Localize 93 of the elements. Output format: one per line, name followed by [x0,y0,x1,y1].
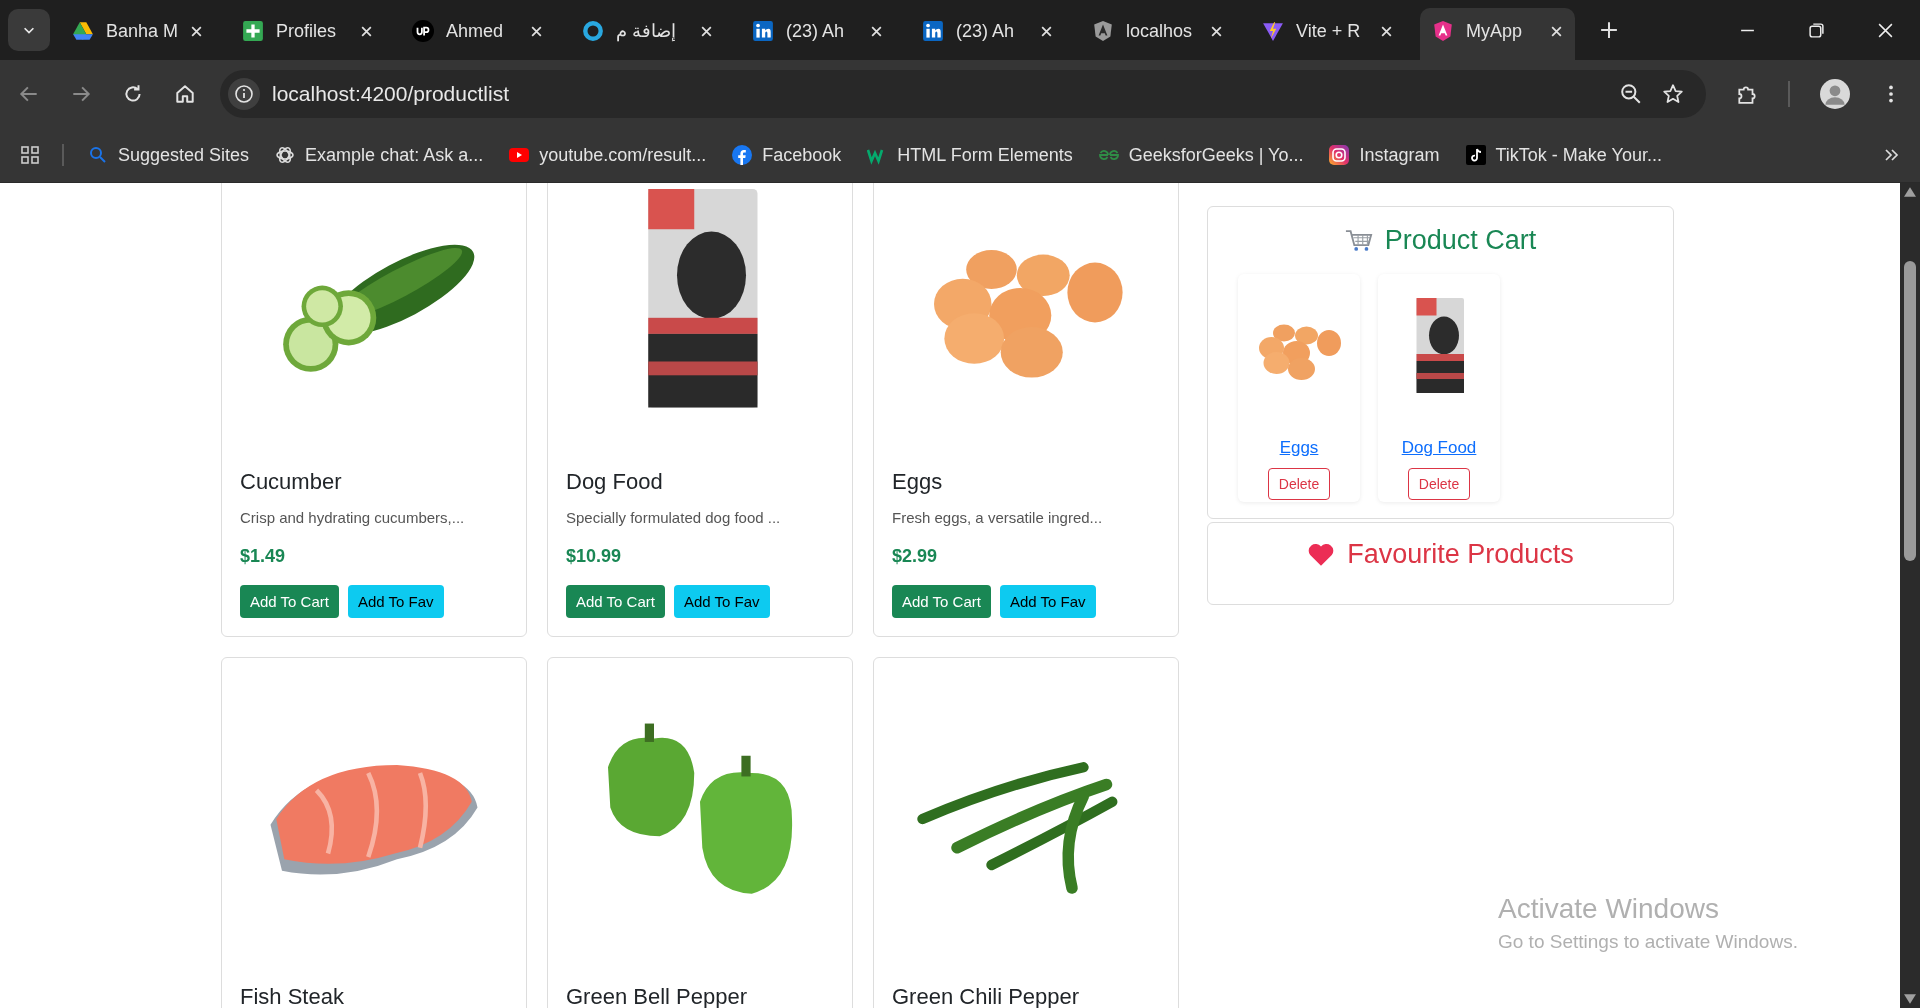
add-to-cart-button[interactable]: Add To Cart [892,585,991,618]
bookmark[interactable]: Example chat: Ask a... [275,144,484,166]
address-text: localhost:4200/productlist [272,82,509,106]
tab-title: إضافة م [616,20,677,42]
zoom-out-icon[interactable] [1620,83,1642,105]
bookmark[interactable]: GeeksforGeeks | Yo... [1098,144,1304,166]
add-to-cart-button[interactable]: Add To Cart [566,585,665,618]
search-icon [88,145,108,165]
add-to-fav-button[interactable]: Add To Fav [999,585,1096,618]
bookmark[interactable]: Facebook [732,144,842,166]
product-link[interactable]: Eggs [1279,438,1319,458]
ring-icon [582,20,604,42]
delete-button[interactable]: Delete [1267,468,1331,500]
product-name: Dog Food [566,469,664,495]
tab-title: (23) Ah [786,20,846,42]
music-note-logo-icon [1465,145,1486,165]
browser-tab[interactable]: (23) Ah [740,8,895,60]
tab-title: Vite + R [1296,20,1362,42]
activation-title: Activate Windows [1498,893,1720,925]
product-price: $1.49 [240,546,287,567]
product-price: $2.99 [892,546,939,567]
star-icon[interactable] [1662,83,1684,105]
tab-title: Ahmed [446,20,505,42]
address-bar[interactable]: localhost:4200/productlist [220,70,1706,118]
activation-message: Go to Settings to activate Windows. [1498,931,1798,953]
browser-tab[interactable]: localhos [1080,8,1235,60]
browser-tab[interactable]: (23) Ah [910,8,1065,60]
knot-logo-icon [275,145,296,165]
product-description: Fresh eggs, a versatile ingred... [892,509,1104,526]
product-name: Green Bell Pepper [566,984,748,1008]
square-logo-icon [922,20,944,42]
browser-tab[interactable]: MyApp [1420,8,1575,60]
shield-logo-icon [1432,20,1454,42]
heart-icon [1307,542,1336,567]
browser-tab[interactable]: Ahmed [400,8,555,60]
delete-button[interactable]: Delete [1407,468,1471,500]
browser-tab[interactable]: إضافة م [570,8,725,60]
square-logo-icon [752,20,774,42]
tab-title: MyApp [1466,20,1524,42]
product-description: Specially formulated dog food ... [566,509,782,526]
product-link[interactable]: Dog Food [1401,438,1477,458]
circle-logo-icon [732,145,753,165]
close-icon[interactable] [1210,24,1223,38]
browser-tab[interactable]: Banha M [60,8,215,60]
scroll-down-icon[interactable] [1904,994,1916,1004]
close-icon[interactable] [870,24,883,38]
bookmark[interactable]: youtube.com/result... [509,144,707,166]
close-icon[interactable] [360,24,373,38]
cart-title: Product Cart [1384,225,1537,256]
product-name: Fish Steak [240,984,345,1008]
tab-title: (23) Ah [956,20,1016,42]
close-icon[interactable] [1040,24,1053,38]
tab-title: Banha M [106,20,178,42]
product-name: Green Chili Pepper [892,984,1081,1008]
close-icon[interactable] [700,24,713,38]
restore-icon[interactable] [1808,21,1825,39]
tab-title: localhos [1126,20,1194,42]
scrollbar[interactable] [1900,183,1920,1008]
scroll-up-icon[interactable] [1904,187,1916,197]
scrollbar-thumb[interactable] [1904,261,1916,561]
close-icon[interactable] [530,24,543,38]
play-button-icon [509,145,530,165]
camera-logo-icon [1329,145,1350,165]
new-tab-icon[interactable] [1600,21,1618,39]
home-icon[interactable] [174,83,196,105]
close-icon[interactable] [1380,24,1393,38]
product-name: Eggs [892,469,944,495]
tab-title: Profiles [276,20,338,42]
circle-logo-icon [412,20,434,42]
browser-tab[interactable]: Profiles [230,8,385,60]
avatar-icon[interactable] [1820,79,1850,109]
add-to-fav-button[interactable]: Add To Fav [673,585,770,618]
lightning-triangle-icon [1262,20,1284,42]
shopping-cart-icon [1344,228,1373,253]
bookmark[interactable]: Suggested Sites [88,144,250,166]
product-price: $10.99 [566,546,623,567]
bookmark[interactable]: Instagram [1329,144,1440,166]
browser-tab[interactable]: Vite + R [1250,8,1405,60]
shield-logo-icon [1092,20,1114,42]
favourites-title: Favourite Products [1347,539,1574,570]
close-icon[interactable] [1550,24,1563,38]
close-icon[interactable] [1877,21,1894,39]
add-to-fav-button[interactable]: Add To Fav [347,585,444,618]
add-to-cart-button[interactable]: Add To Cart [240,585,339,618]
triangle-logo-icon [72,20,94,42]
product-name: Cucumber [240,469,343,495]
plus-square-icon [242,20,264,42]
product-description: Crisp and hydrating cucumbers,... [240,509,466,526]
apps-grid-icon[interactable] [20,145,40,165]
bookmark[interactable]: TikTok - Make Your... [1465,144,1662,166]
bookmark[interactable]: HTML Form Elements [867,144,1073,166]
info-icon[interactable] [228,78,260,110]
close-icon[interactable] [190,24,203,38]
